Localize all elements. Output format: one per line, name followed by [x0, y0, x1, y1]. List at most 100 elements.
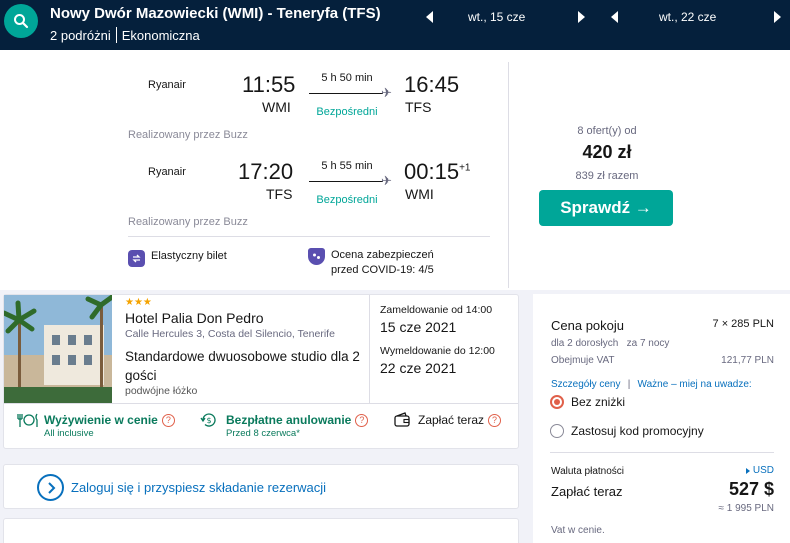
- room-price-value: 7 × 285 PLN: [712, 318, 774, 330]
- hotel-stars: ★★★: [125, 297, 152, 308]
- flight-total-price: 839 zł razem: [575, 170, 639, 182]
- divider: [508, 62, 509, 288]
- currency-label: Waluta płatności: [551, 466, 624, 477]
- guests-count: dla 2 dorosłych: [551, 338, 619, 349]
- day-offset: +1: [459, 162, 471, 174]
- checkout-date: 22 cze 2021: [380, 360, 457, 376]
- no-discount-label[interactable]: Bez zniżki: [571, 395, 625, 409]
- hotel-address: Calle Hercules 3, Costa del Silencio, Te…: [125, 328, 335, 340]
- search-summary[interactable]: 2 podróżni Ekonomiczna: [50, 27, 200, 43]
- plane-icon: ✈: [381, 85, 392, 100]
- outbound-date-selector: wt., 15 cze: [426, 8, 585, 26]
- guest-info: dla 2 dorosłych za 7 nocy: [551, 338, 669, 349]
- flight-duration: 5 h 55 min: [321, 160, 373, 172]
- flight-price: 420 zł: [582, 142, 632, 162]
- prev-date-outbound-button[interactable]: [426, 11, 433, 23]
- return-date-selector: wt., 22 cze: [611, 8, 781, 26]
- hotel-card: ★★★ Hotel Palia Don Pedro Calle Hercules…: [3, 294, 519, 449]
- departure-time: 11:55: [242, 72, 296, 97]
- next-date-outbound-button[interactable]: [578, 11, 585, 23]
- important-note-link[interactable]: Ważne – miej na uwadze:: [638, 379, 752, 390]
- cabin-class: Ekonomiczna: [121, 27, 200, 43]
- vat-included-note: Vat w cenie.: [551, 525, 605, 536]
- route-title[interactable]: Nowy Dwór Mazowiecki (WMI) - Teneryfa (T…: [50, 5, 381, 22]
- flight-result-card[interactable]: Ryanair 11:55 WMI 5 h 50 min ✈ Bezpośred…: [0, 50, 790, 290]
- covid-rating-text: Ocena zabezpieczeń przed COVID-19: 4/5: [331, 248, 434, 278]
- airline-name: Ryanair: [148, 166, 186, 178]
- currency-selector[interactable]: USD: [745, 465, 774, 476]
- meal-label: Wyżywienie w cenie: [44, 413, 158, 427]
- offers-count: 8 ofert(y) od: [577, 125, 637, 137]
- arrival-time: 00:15+1: [404, 159, 470, 185]
- checkout-label: Wymeldowanie do 12:00: [380, 345, 495, 357]
- departure-time: 17:20: [238, 159, 294, 184]
- svg-text:$: $: [207, 416, 212, 425]
- search-header: Nowy Dwór Mazowiecki (WMI) - Teneryfa (T…: [0, 0, 790, 50]
- flight-line: [309, 181, 383, 182]
- vat-value: 121,77 PLN: [721, 355, 774, 366]
- airline-name: Ryanair: [148, 79, 186, 91]
- login-link[interactable]: Zaloguj się i przyspiesz składanie rezer…: [71, 480, 326, 495]
- wallet-icon: [394, 412, 410, 427]
- nights-count: za 7 nocy: [626, 338, 670, 349]
- pay-now-amount: 527 $: [728, 479, 774, 499]
- arrival-time-value: 00:15: [404, 159, 460, 184]
- promo-code-radio[interactable]: [550, 424, 564, 438]
- meal-type: All inclusive: [44, 428, 94, 439]
- travellers-count: 2 podróżni: [50, 27, 111, 43]
- login-prompt[interactable]: Zaloguj się i przyspiesz składanie rezer…: [3, 464, 519, 509]
- no-discount-radio[interactable]: [550, 395, 564, 409]
- meal-option: Wyżywienie w cenie ? All inclusive: [16, 412, 175, 439]
- return-date[interactable]: wt., 22 cze: [659, 10, 774, 24]
- hotel-photo[interactable]: [4, 295, 112, 403]
- covid-rating-badge[interactable]: Ocena zabezpieczeń przed COVID-19: 4/5: [308, 248, 434, 278]
- flexible-ticket-label: Elastyczny bilet: [151, 250, 227, 262]
- next-date-return-button[interactable]: [774, 11, 781, 23]
- payment-help-icon[interactable]: ?: [488, 413, 502, 427]
- room-type: Standardowe dwuosobowe studio dla 2 gośc…: [125, 349, 360, 383]
- cutlery-icon: [17, 413, 38, 427]
- pay-now-label: Zapłać teraz: [551, 484, 623, 499]
- divider: [369, 295, 370, 403]
- arrival-time: 16:45: [404, 72, 460, 97]
- pay-now-pln: ≈ 1 995 PLN: [718, 503, 774, 514]
- search-button[interactable]: [4, 4, 38, 38]
- cancellation-label: Bezpłatne anulowanie: [226, 413, 352, 427]
- stops-label: Bezpośredni: [316, 194, 378, 206]
- refund-icon: $: [200, 413, 216, 427]
- covid-rating-line1: Ocena zabezpieczeń: [331, 249, 434, 261]
- price-summary-panel: Cena pokoju 7 × 285 PLN dla 2 dorosłych …: [533, 294, 790, 543]
- divider: [4, 403, 518, 404]
- bed-type: podwójne łóżko: [125, 385, 198, 397]
- currency-value: USD: [752, 465, 774, 476]
- flight-line: [309, 93, 383, 94]
- price-details-link[interactable]: Szczegóły ceny: [551, 379, 620, 390]
- plane-icon: ✈: [381, 173, 392, 188]
- cancellation-deadline: Przed 8 czerwca*: [226, 428, 300, 439]
- operator-label: Realizowany przez Buzz: [128, 216, 248, 228]
- stops-label: Bezpośredni: [316, 106, 378, 118]
- meal-help-icon[interactable]: ?: [161, 413, 175, 427]
- payment-option: Zapłać teraz ?: [393, 412, 502, 428]
- departure-airport: WMI: [262, 99, 291, 115]
- prev-date-return-button[interactable]: [611, 11, 618, 23]
- promo-code-label[interactable]: Zastosuj kod promocyjny: [571, 424, 704, 438]
- arrival-airport: WMI: [405, 186, 434, 202]
- outbound-date[interactable]: wt., 15 cze: [468, 10, 578, 24]
- search-icon: [14, 14, 29, 29]
- check-offer-button[interactable]: Sprawdź →: [539, 190, 673, 226]
- cancellation-option: $ Bezpłatne anulowanie ? Przed 8 czerwca…: [200, 412, 369, 439]
- link-separator: |: [624, 379, 634, 390]
- flexible-ticket-badge[interactable]: Elastyczny bilet: [128, 250, 227, 267]
- divider: [128, 236, 490, 237]
- chevron-right-icon: [37, 474, 64, 501]
- hotel-name[interactable]: Hotel Palia Don Pedro: [125, 310, 264, 326]
- room-price-label: Cena pokoju: [551, 318, 624, 333]
- shield-icon: [308, 248, 325, 265]
- price-links: Szczegóły ceny | Ważne – miej na uwadze:: [551, 374, 752, 392]
- covid-rating-line2: przed COVID-19: 4/5: [331, 264, 434, 276]
- checkin-label: Zameldowanie od 14:00: [380, 304, 493, 316]
- flight-duration: 5 h 50 min: [321, 72, 373, 84]
- cancellation-help-icon[interactable]: ?: [355, 413, 369, 427]
- flexible-ticket-icon: [128, 250, 145, 267]
